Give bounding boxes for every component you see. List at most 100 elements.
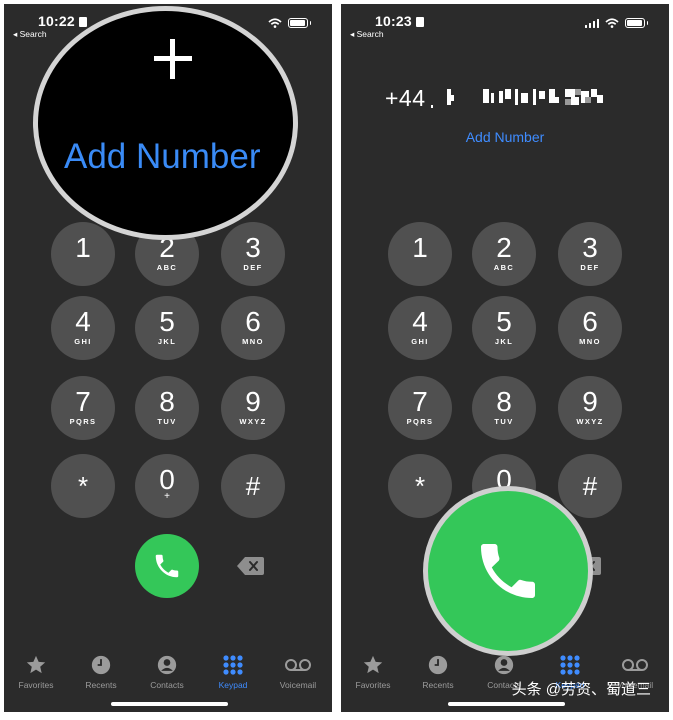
key-star[interactable]: * xyxy=(388,454,452,518)
key-letters: + xyxy=(164,491,170,502)
status-icons xyxy=(268,18,311,28)
key-letters: PQRS xyxy=(406,417,434,426)
add-number-magnified[interactable]: Add Number xyxy=(64,137,260,177)
key-3[interactable]: 3 DEF xyxy=(221,222,285,286)
status-icons xyxy=(584,18,648,28)
tab-keypad[interactable]: Keypad xyxy=(201,654,265,690)
home-indicator[interactable] xyxy=(448,702,565,706)
tab-favorites[interactable]: Favorites xyxy=(341,654,405,690)
phone-icon xyxy=(155,554,179,578)
key-digit: 4 xyxy=(75,306,91,337)
key-digit: 5 xyxy=(159,306,175,337)
back-to-search-link[interactable]: ◂ Search xyxy=(13,29,47,40)
key-6[interactable]: 6 MNO xyxy=(558,296,622,360)
call-button-magnified[interactable] xyxy=(423,486,593,656)
tab-contacts[interactable]: Contacts xyxy=(135,654,199,690)
key-digit: 6 xyxy=(245,306,261,337)
magnifier-callout: Add Number xyxy=(33,6,298,240)
tab-favorites[interactable]: Favorites xyxy=(4,654,68,690)
dialed-number: +44 xyxy=(385,85,426,112)
key-star[interactable]: * xyxy=(51,454,115,518)
key-digit: 8 xyxy=(496,386,512,417)
key-1[interactable]: 1 xyxy=(51,222,115,286)
key-letters: JKL xyxy=(494,337,514,346)
voicemail-icon xyxy=(622,659,648,671)
key-5[interactable]: 5 JKL xyxy=(135,296,199,360)
key-digit: * xyxy=(414,471,426,501)
key-3[interactable]: 3 DEF xyxy=(558,222,622,286)
key-1[interactable]: 1 xyxy=(388,222,452,286)
person-circle-icon xyxy=(494,655,514,675)
tab-label: Contacts xyxy=(150,680,184,690)
key-9[interactable]: 9 WXYZ xyxy=(221,376,285,440)
key-6[interactable]: 6 MNO xyxy=(221,296,285,360)
key-digit: 7 xyxy=(412,386,428,417)
call-button[interactable] xyxy=(135,534,199,598)
tab-label: Keypad xyxy=(218,680,248,690)
key-letters: PQRS xyxy=(69,417,97,426)
phone-icon xyxy=(481,544,535,598)
dialed-number-pixelated xyxy=(431,89,603,108)
back-to-search-link[interactable]: ◂ Search xyxy=(350,29,384,40)
key-letters: MNO xyxy=(579,337,601,346)
key-digit: 2 xyxy=(496,232,512,263)
key-9[interactable]: 9 WXYZ xyxy=(558,376,622,440)
key-7[interactable]: 7 PQRS xyxy=(388,376,452,440)
key-digit: * xyxy=(77,471,89,501)
backspace-icon[interactable] xyxy=(237,557,264,575)
tab-recents[interactable]: Recents xyxy=(69,654,133,690)
wifi-icon xyxy=(605,18,619,28)
key-letters: DEF xyxy=(580,263,600,272)
key-0[interactable]: 0 + xyxy=(135,454,199,518)
key-letters: WXYZ xyxy=(239,417,267,426)
key-digit: 3 xyxy=(245,232,261,263)
watermark: 头条 @劳资、蜀道三 xyxy=(511,681,651,698)
tab-voicemail[interactable]: Voicemail xyxy=(266,654,330,690)
star-icon xyxy=(363,655,383,674)
star-icon xyxy=(26,655,46,674)
key-digit: 0 xyxy=(159,464,175,495)
key-letters: GHI xyxy=(411,337,429,346)
battery-icon xyxy=(288,18,311,28)
key-digit: 6 xyxy=(582,306,598,337)
wifi-icon xyxy=(268,18,282,28)
key-digit: 9 xyxy=(245,386,261,417)
key-digit: 5 xyxy=(496,306,512,337)
key-letters: JKL xyxy=(157,337,177,346)
battery-icon xyxy=(625,18,648,28)
key-5[interactable]: 5 JKL xyxy=(472,296,536,360)
key-letters: ABC xyxy=(493,263,515,272)
key-4[interactable]: 4 GHI xyxy=(51,296,115,360)
clock-icon xyxy=(428,655,448,675)
key-digit: 4 xyxy=(412,306,428,337)
plus-icon-vertical xyxy=(170,39,175,79)
key-hash[interactable]: # xyxy=(558,454,622,518)
clock-icon xyxy=(91,655,111,675)
focus-person-icon xyxy=(78,17,87,27)
add-number-link[interactable]: Add Number xyxy=(341,129,669,145)
phone-screen-right: 10:23 ◂ Search +44 Add Number 1 2 ABC 3 DE… xyxy=(341,4,669,712)
tab-recents[interactable]: Recents xyxy=(406,654,470,690)
key-letters: TUV xyxy=(157,417,177,426)
key-letters: DEF xyxy=(243,263,263,272)
key-8[interactable]: 8 TUV xyxy=(472,376,536,440)
key-hash[interactable]: # xyxy=(221,454,285,518)
tab-bar: Favorites Recents Contacts Keypad Voicem… xyxy=(4,654,332,698)
key-letters: TUV xyxy=(494,417,514,426)
status-time: 10:23 xyxy=(375,13,424,29)
key-8[interactable]: 8 TUV xyxy=(135,376,199,440)
key-digit: # xyxy=(582,471,598,501)
key-digit: # xyxy=(245,471,261,501)
home-indicator[interactable] xyxy=(111,702,228,706)
key-2[interactable]: 2 ABC xyxy=(472,222,536,286)
cellular-signal-icon xyxy=(584,18,599,28)
key-digit: 8 xyxy=(159,386,175,417)
key-digit: 3 xyxy=(582,232,598,263)
person-circle-icon xyxy=(157,655,177,675)
keypad-icon xyxy=(560,655,580,675)
key-7[interactable]: 7 PQRS xyxy=(51,376,115,440)
key-4[interactable]: 4 GHI xyxy=(388,296,452,360)
status-time-text: 10:23 xyxy=(375,13,412,29)
tab-label: Voicemail xyxy=(279,680,317,690)
key-digit: 9 xyxy=(582,386,598,417)
